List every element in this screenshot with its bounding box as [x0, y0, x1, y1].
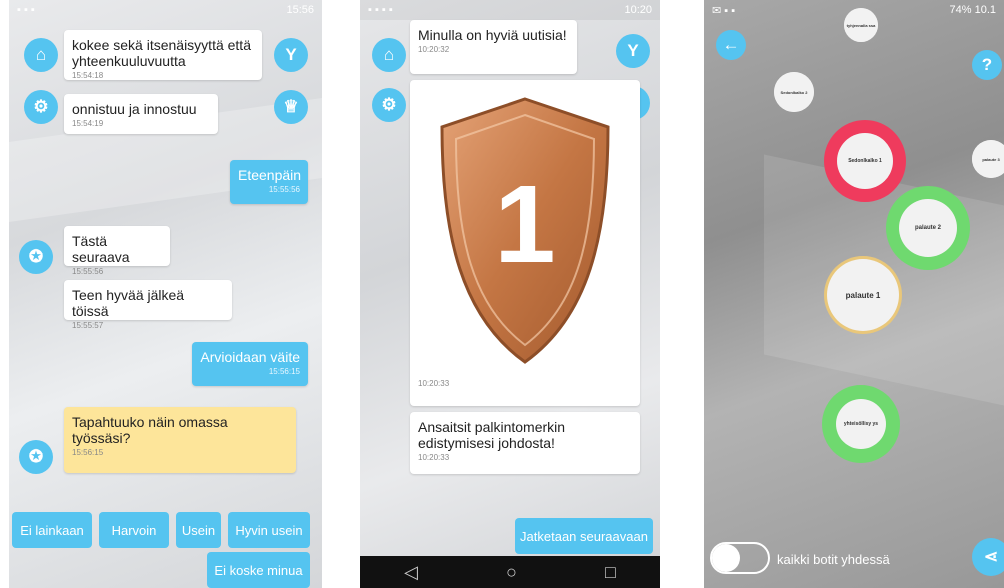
status-icons: ▪ ▪ ▪ ▪ — [368, 4, 393, 16]
trophy-button[interactable]: ♕ — [274, 90, 308, 124]
status-bar: ▪ ▪ ▪ ▪ 10:20 — [360, 0, 660, 20]
message-text: Minulla on hyviä uutisia! — [418, 27, 567, 43]
toggle-label: kaikki botit yhdessä — [777, 552, 890, 567]
gear-icon: ⚙ — [33, 97, 49, 116]
bot-node-label: Sedonlkalko 2 — [774, 72, 814, 112]
bot-node[interactable]: Sedonlkalko 1 — [824, 120, 906, 202]
trophy-icon: ♕ — [283, 97, 299, 116]
back-icon[interactable]: ◁ — [404, 562, 418, 583]
status-bar: ▪ ▪ ▪ 15:56 — [9, 0, 322, 20]
branch-button[interactable]: Y — [274, 38, 308, 72]
message-text: Tästä seuraava — [72, 233, 130, 265]
home-icon: ⌂ — [35, 45, 47, 64]
back-button[interactable]: ← — [716, 30, 746, 60]
share-button[interactable]: ⋖ — [972, 538, 1004, 576]
bot-map-screen: ✉ ▪ ▪ 74% 10.1 ← ? tyhjennalla ssa Sedon… — [704, 0, 1004, 588]
message-bubble: kokee sekä itsenäisyyttä että yhteenkuul… — [64, 30, 262, 80]
status-right: 74% 10.1 — [949, 4, 996, 16]
message-time: 10:20:33 — [418, 453, 450, 462]
bot-avatar: ✪ — [19, 240, 53, 274]
bot-node[interactable]: Sedonlkalko 2 — [774, 72, 814, 112]
battery-level: 74% — [949, 4, 972, 16]
chat-screen-1: ▪ ▪ ▪ 15:56 ⌂ ⚙ Y ♕ kokee sekä itsenäisy… — [9, 0, 322, 588]
bot-avatar: ✪ — [19, 440, 53, 474]
bot-node[interactable]: tyhjennalla ssa — [844, 8, 878, 42]
message-time: 15:56:15 — [72, 448, 104, 457]
share-icon: ⋖ — [983, 547, 999, 566]
bot-node[interactable]: palaute 1 — [824, 256, 902, 334]
bot-node-label: palaute 3 — [972, 140, 1004, 178]
status-icons: ✉ ▪ ▪ — [712, 4, 736, 17]
home-nav-icon[interactable]: ○ — [506, 562, 517, 583]
toggle-switch[interactable] — [710, 542, 770, 574]
bot-node[interactable]: palaute 2 — [886, 186, 970, 270]
bot-node-label: palaute 2 — [899, 199, 957, 257]
branch-icon: Y — [627, 41, 639, 60]
status-time: 10.1 — [974, 4, 996, 16]
badge-number: 1 — [494, 163, 555, 286]
bot-node-label: tyhjennalla ssa — [844, 8, 878, 42]
message-time: 10:20:32 — [418, 45, 450, 54]
status-time: 15:56 — [286, 4, 314, 16]
message-time: 15:54:19 — [72, 119, 104, 128]
chat-screen-2: ▪ ▪ ▪ ▪ 10:20 ⌂ ⚙ Y ♕ Minulla on hyviä u… — [360, 0, 660, 588]
answer-button[interactable]: Usein — [176, 512, 221, 548]
bot-node-label: Sedonlkalko 1 — [837, 133, 893, 189]
message-time: 15:55:56 — [268, 185, 300, 194]
message-bubble: Minulla on hyviä uutisia! 10:20:32 — [410, 20, 577, 74]
message-bubble: Teen hyvää jälkeä töissä 15:55:57 — [64, 280, 232, 330]
bronze-shield-icon: 1 — [440, 97, 610, 364]
settings-button[interactable]: ⚙ — [24, 90, 58, 124]
message-text: onnistuu ja innostuu — [72, 101, 197, 117]
bot-node[interactable]: yhteisöllisy ys — [822, 385, 900, 463]
message-bubble: Ansaitsit palkintomerkin edistymisesi jo… — [410, 412, 640, 474]
message-text: Ansaitsit palkintomerkin edistymisesi jo… — [418, 419, 566, 451]
message-bubble: Tästä seuraava 15:55:56 — [64, 226, 170, 276]
message-bubble: onnistuu ja innostuu 15:54:19 — [64, 94, 218, 134]
home-button[interactable]: ⌂ — [24, 38, 58, 72]
message-text: Teen hyvää jälkeä töissä — [72, 287, 185, 319]
message-time: 15:56:15 — [268, 367, 300, 376]
answer-button[interactable]: Hyvin usein — [228, 512, 310, 548]
gear-icon: ⚙ — [381, 95, 397, 114]
branch-icon: Y — [285, 45, 297, 64]
message-time: 15:54:18 — [72, 71, 104, 80]
help-icon: ? — [981, 55, 993, 74]
home-button[interactable]: ⌂ — [372, 38, 406, 72]
message-time: 10:20:33 — [418, 379, 450, 388]
arrow-left-icon: ← — [722, 35, 740, 54]
help-button[interactable]: ? — [972, 50, 1002, 80]
message-bubble-user: Eteenpäin 15:55:56 — [230, 160, 308, 204]
message-text: Tapahtuuko näin omassa työssäsi? — [72, 414, 228, 446]
home-icon: ⌂ — [383, 45, 395, 64]
message-text: kokee sekä itsenäisyyttä että yhteenkuul… — [72, 37, 251, 69]
answer-button[interactable]: Ei lainkaan — [12, 512, 92, 548]
bot-node[interactable]: palaute 3 — [972, 140, 1004, 178]
toggle-knob — [712, 544, 740, 572]
recents-icon[interactable]: □ — [605, 562, 616, 583]
status-icons: ▪ ▪ ▪ — [17, 4, 35, 16]
bot-node-label: palaute 1 — [827, 259, 899, 331]
settings-button[interactable]: ⚙ — [372, 88, 406, 122]
star-icon: ✪ — [28, 247, 44, 266]
android-nav-bar: ◁ ○ □ — [360, 556, 660, 588]
message-text: Arvioidaan väite — [200, 349, 300, 365]
branch-button[interactable]: Y — [616, 34, 650, 68]
message-bubble-user: Arvioidaan väite 15:56:15 — [192, 342, 308, 386]
answer-button[interactable]: Harvoin — [99, 512, 169, 548]
message-time: 15:55:57 — [72, 321, 104, 330]
continue-button[interactable]: Jatketaan seuraavaan — [515, 518, 653, 554]
status-time: 10:20 — [624, 4, 652, 16]
star-icon: ✪ — [28, 447, 44, 466]
message-bubble-question: Tapahtuuko näin omassa työssäsi? 15:56:1… — [64, 407, 296, 473]
message-text: Eteenpäin — [238, 167, 302, 183]
badge-card: 1 10:20:33 — [410, 80, 640, 406]
bot-node-label: yhteisöllisy ys — [836, 399, 886, 449]
message-time: 15:55:56 — [72, 267, 104, 276]
answer-button[interactable]: Ei koske minua — [207, 552, 310, 588]
